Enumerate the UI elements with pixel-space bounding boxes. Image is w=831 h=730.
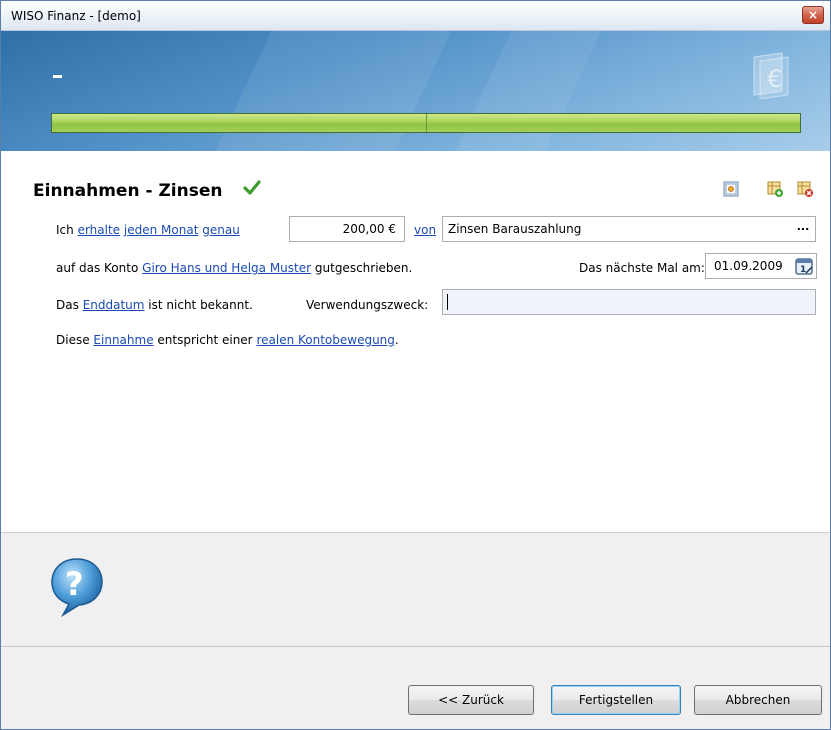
link-enddatum[interactable]: Enddatum xyxy=(83,298,145,312)
help-icon[interactable]: ? xyxy=(49,555,105,619)
row1-text: Ich erhalte jeden Monat genau xyxy=(56,223,240,237)
text-cursor xyxy=(447,294,448,310)
progress-bar xyxy=(51,113,801,133)
step-indicator xyxy=(53,75,62,78)
text-dot: . xyxy=(394,333,399,347)
check-icon xyxy=(243,180,261,195)
link-genau[interactable]: genau xyxy=(202,223,240,237)
section-title: Einnahmen - Zinsen xyxy=(33,181,223,201)
row2-text: auf das Konto Giro Hans und Helga Muster… xyxy=(56,261,412,275)
window-title: WISO Finanz - [demo] xyxy=(11,9,141,23)
verwendungszweck-label: Verwendungszweck: xyxy=(306,298,429,312)
next-date-value: 01.09.2009 xyxy=(714,259,783,273)
source-field[interactable]: Zinsen Barauszahlung ... xyxy=(442,216,816,242)
footer-bar: << Zurück Fertigstellen Abbrechen xyxy=(1,646,830,729)
link-erhalte[interactable]: erhalte xyxy=(78,223,121,237)
text-das: Das xyxy=(56,298,79,312)
cancel-button[interactable]: Abbrechen xyxy=(694,685,822,715)
text-entspricht: entspricht einer xyxy=(157,333,253,347)
svg-text:?: ? xyxy=(65,565,84,603)
source-browse-button[interactable]: ... xyxy=(793,219,813,239)
text-nicht-bekannt: ist nicht bekannt. xyxy=(148,298,253,312)
verwendungszweck-input[interactable] xyxy=(442,289,816,315)
amount-field[interactable]: 200,00 € xyxy=(289,216,405,242)
amount-value: 200,00 € xyxy=(342,222,396,236)
settings-icon[interactable] xyxy=(723,181,739,197)
header-banner: € xyxy=(1,31,830,151)
next-date-label: Das nächste Mal am: xyxy=(579,261,705,275)
link-account[interactable]: Giro Hans und Helga Muster xyxy=(142,261,311,275)
text-diese: Diese xyxy=(56,333,90,347)
back-button[interactable]: << Zurück xyxy=(408,685,534,715)
add-icon[interactable] xyxy=(767,181,783,197)
delete-icon[interactable] xyxy=(797,181,813,197)
row3-text: Das Enddatum ist nicht bekannt. xyxy=(56,298,253,312)
euro-logo-icon: € xyxy=(753,52,789,99)
link-einnahme[interactable]: Einnahme xyxy=(93,333,153,347)
title-bar: WISO Finanz - [demo] × xyxy=(1,1,830,31)
link-jeden-monat[interactable]: jeden Monat xyxy=(124,223,199,237)
text-konto-suffix: gutgeschrieben. xyxy=(314,261,413,275)
calendar-icon[interactable]: 1 xyxy=(794,256,814,276)
help-area: ? xyxy=(1,532,830,646)
row4-text: Diese Einnahme entspricht einer realen K… xyxy=(56,333,399,347)
text-ich: Ich xyxy=(56,223,74,237)
source-value: Zinsen Barauszahlung xyxy=(448,222,582,236)
wizard-window: WISO Finanz - [demo] × € Einnahmen - Zin… xyxy=(0,0,831,730)
finish-button[interactable]: Fertigstellen xyxy=(551,685,681,715)
text-konto-prefix: auf das Konto xyxy=(56,261,139,275)
svg-text:1: 1 xyxy=(800,265,806,275)
link-kontobewegung[interactable]: realen Kontobewegung xyxy=(256,333,394,347)
svg-text:€: € xyxy=(767,65,782,93)
close-button[interactable]: × xyxy=(802,6,824,24)
link-von[interactable]: von xyxy=(414,223,436,237)
